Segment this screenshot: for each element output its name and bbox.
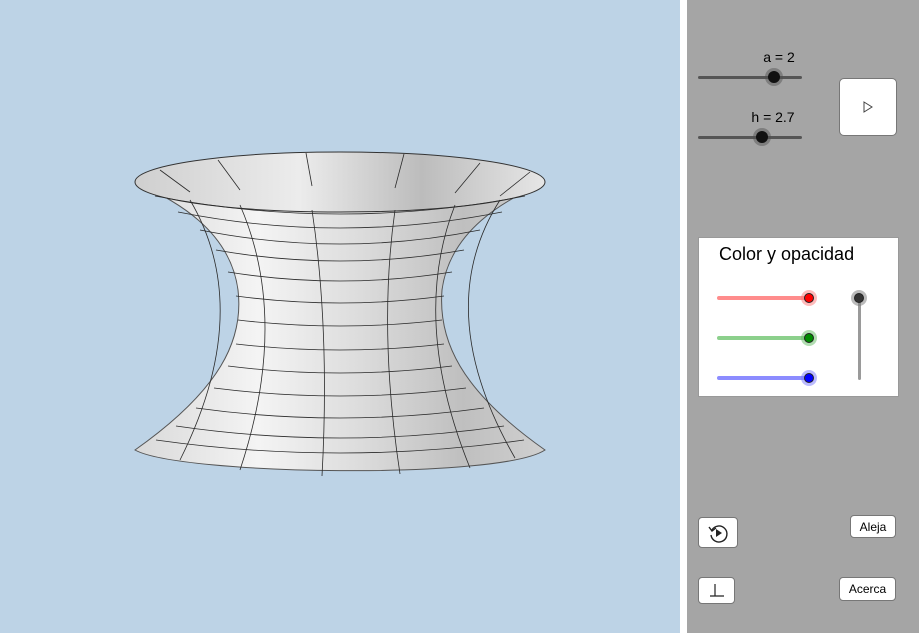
blue-slider-knob[interactable] bbox=[804, 373, 814, 383]
play-icon bbox=[863, 101, 873, 113]
play-button[interactable] bbox=[839, 78, 897, 136]
axes-toggle-button[interactable] bbox=[698, 577, 735, 604]
zoom-in-button[interactable]: Acerca bbox=[839, 577, 896, 601]
reset-button[interactable] bbox=[698, 517, 738, 548]
graphics-3d-view[interactable] bbox=[0, 0, 680, 633]
opacity-slider-track[interactable] bbox=[858, 298, 861, 380]
color-opacity-panel: Color y opacidad bbox=[698, 237, 899, 397]
blue-slider-track[interactable] bbox=[717, 376, 811, 380]
green-slider-track[interactable] bbox=[717, 336, 811, 340]
red-slider-knob[interactable] bbox=[804, 293, 814, 303]
slider-h-knob[interactable] bbox=[756, 131, 768, 143]
axes-icon bbox=[709, 583, 724, 597]
slider-a-knob[interactable] bbox=[768, 71, 780, 83]
reset-icon bbox=[708, 524, 728, 543]
slider-h-track[interactable] bbox=[698, 136, 802, 139]
red-slider-track[interactable] bbox=[717, 296, 811, 300]
zoom-out-button[interactable]: Aleja bbox=[850, 515, 896, 538]
green-slider-knob[interactable] bbox=[804, 333, 814, 343]
hyperboloid-surface[interactable] bbox=[0, 0, 680, 633]
slider-a-label: a = 2 bbox=[763, 49, 795, 65]
color-panel-title: Color y opacidad bbox=[719, 244, 855, 264]
slider-a-track[interactable] bbox=[698, 76, 802, 79]
opacity-slider-knob[interactable] bbox=[854, 293, 864, 303]
slider-h-label: h = 2.7 bbox=[751, 109, 795, 125]
panel-divider[interactable] bbox=[680, 0, 687, 633]
